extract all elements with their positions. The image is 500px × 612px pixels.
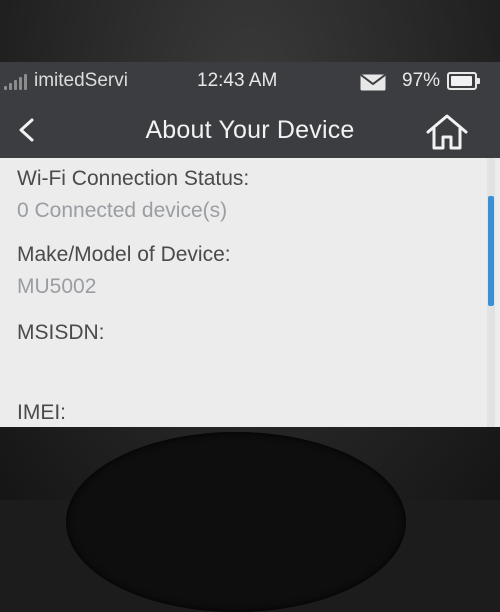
status-bar: imitedServi 12:43 AM 97% (0, 62, 500, 102)
carrier-name: imitedServi (34, 70, 128, 91)
make-model-label: Make/Model of Device: (17, 243, 231, 266)
mail-icon[interactable] (360, 74, 386, 91)
msisdn-label: MSISDN: (17, 321, 105, 344)
imei-label: IMEI: (17, 401, 67, 424)
home-icon[interactable] (424, 112, 470, 152)
signal-icon (4, 74, 30, 90)
field-make-model: Make/Model of Device: MU5002 (17, 242, 231, 300)
make-model-value: MU5002 (17, 275, 97, 298)
scrollbar-thumb[interactable] (488, 196, 494, 306)
title-bar: About Your Device (0, 102, 500, 158)
wifi-status-label: Wi-Fi Connection Status: (17, 167, 250, 190)
battery-fill (451, 76, 472, 86)
wifi-status-value: 0 Connected device(s) (17, 199, 228, 222)
battery-icon (447, 72, 480, 90)
clock: 12:43 AM (197, 70, 278, 91)
battery-percent: 97% (402, 70, 441, 91)
field-imei: IMEI: (17, 400, 66, 427)
device-info-list[interactable]: Wi-Fi Connection Status: 0 Connected dev… (0, 158, 500, 427)
field-wifi-status: Wi-Fi Connection Status: 0 Connected dev… (17, 166, 249, 224)
field-msisdn: MSISDN: (17, 320, 105, 352)
device-screen: imitedServi 12:43 AM 97% About Your Devi… (0, 62, 500, 427)
device-housing-dial (66, 432, 406, 612)
scrollbar[interactable] (487, 158, 495, 427)
